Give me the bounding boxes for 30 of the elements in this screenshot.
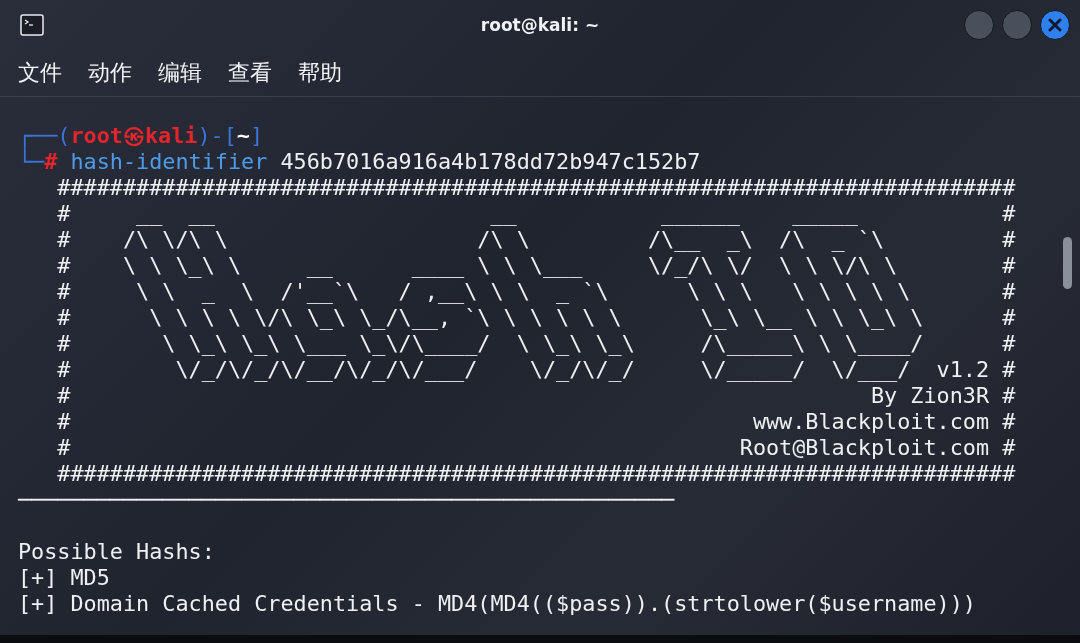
- terminal-line: └─# hash-identifier 456b7016a916a4b178dd72b947c152b7: [18, 149, 702, 175]
- terminal-line: #########################################################################: [56, 461, 1016, 487]
- menu-item[interactable]: 文件: [18, 58, 62, 88]
- minimize-button[interactable]: [964, 10, 994, 40]
- menu-item[interactable]: 查看: [228, 58, 272, 88]
- terminal-line: # By Zion3R #: [56, 383, 1016, 409]
- maximize-button[interactable]: [1002, 10, 1032, 40]
- menu-item[interactable]: 动作: [88, 58, 132, 88]
- terminal-line: # \ \ \ \ \/\ \_\ \_/\__, `\ \ \ \ \ \ \_\ \__ \ \ \_\ \ #: [56, 305, 1016, 331]
- menu-item[interactable]: 编辑: [158, 58, 202, 88]
- terminal-line: #########################################################################: [56, 175, 1016, 201]
- terminal-line: # __ __ __ ______ _____ #: [56, 201, 1016, 227]
- terminal-line: ┌──(root㉿kali)-[~]: [18, 123, 265, 149]
- window-title: root@kali: ~: [480, 15, 600, 35]
- terminal-line: # Root@Blackploit.com #: [56, 435, 1016, 461]
- terminal-line: [+] Domain Cached Credentials - MD4(MD4(($pass)).(strtolower($username))): [18, 591, 977, 617]
- terminal-line: # \ \ _ \ /'__`\ / ,__\ \ \ _ `\ \ \ \ \ \ \ \ \ #: [56, 279, 1016, 305]
- terminal-line: # www.Blackploit.com #: [56, 409, 1016, 435]
- terminal-line: Possible Hashs:: [18, 539, 216, 565]
- terminal-line: # \/_/\/_/\/__/\/_/\/___/ \/_/\/_/ \/_____/ \/___/ v1.2 #: [56, 357, 1016, 383]
- terminal-line: # \ \_\ \_\ \___ \_\/\____/ \ \_\ \_\ /\_____\ \ \____/ #: [56, 331, 1016, 357]
- terminal-icon: [20, 14, 44, 36]
- terminal-line: # /\ \/\ \ /\ \ /\__ _\ /\ _ `\ #: [56, 227, 1016, 253]
- terminal-line: ──────────────────────────────────────────────────: [18, 487, 676, 513]
- close-button[interactable]: [1040, 10, 1070, 40]
- terminal-line: [+] MD5: [18, 565, 111, 591]
- close-icon: [1048, 18, 1062, 32]
- menu-item[interactable]: 帮助: [298, 58, 342, 88]
- scrollbar-thumb[interactable]: [1063, 237, 1072, 289]
- terminal-line: # \ \ \_\ \ __ ____ \ \ \___ \/_/\ \/ \ \ \/\ \ #: [56, 253, 1016, 279]
